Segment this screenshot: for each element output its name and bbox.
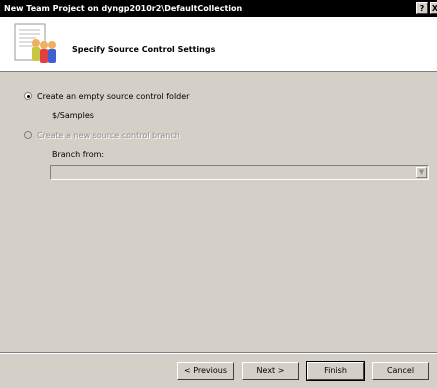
branch-from-label: Branch from: (52, 150, 105, 159)
radio-selected-dot (27, 95, 30, 98)
wizard-header: Specify Source Control Settings (0, 17, 437, 72)
previous-button[interactable]: < Previous (177, 362, 234, 380)
new-branch-radio[interactable] (24, 131, 32, 139)
empty-folder-label[interactable]: Create an empty source control folder (37, 92, 189, 101)
wizard-window: New Team Project on dyngp2010r2\DefaultC… (0, 0, 437, 388)
footer-divider (0, 352, 437, 354)
chevron-down-icon[interactable]: ▼ (416, 167, 427, 178)
new-branch-label[interactable]: Create a new source control branch (37, 131, 180, 140)
window-title: New Team Project on dyngp2010r2\DefaultC… (4, 4, 243, 13)
title-bar: New Team Project on dyngp2010r2\DefaultC… (0, 0, 437, 17)
help-button[interactable]: ? (416, 2, 428, 14)
source-control-path: $/Samples (52, 111, 94, 120)
next-button[interactable]: Next > (242, 362, 299, 380)
finish-button[interactable]: Finish (306, 361, 365, 381)
page-title: Specify Source Control Settings (72, 45, 216, 54)
cancel-button[interactable]: Cancel (372, 362, 429, 380)
team-project-wizard-icon (14, 23, 56, 63)
empty-folder-radio[interactable] (24, 92, 32, 100)
close-button[interactable]: X (430, 2, 437, 14)
branch-from-dropdown[interactable]: ▼ (50, 165, 429, 180)
